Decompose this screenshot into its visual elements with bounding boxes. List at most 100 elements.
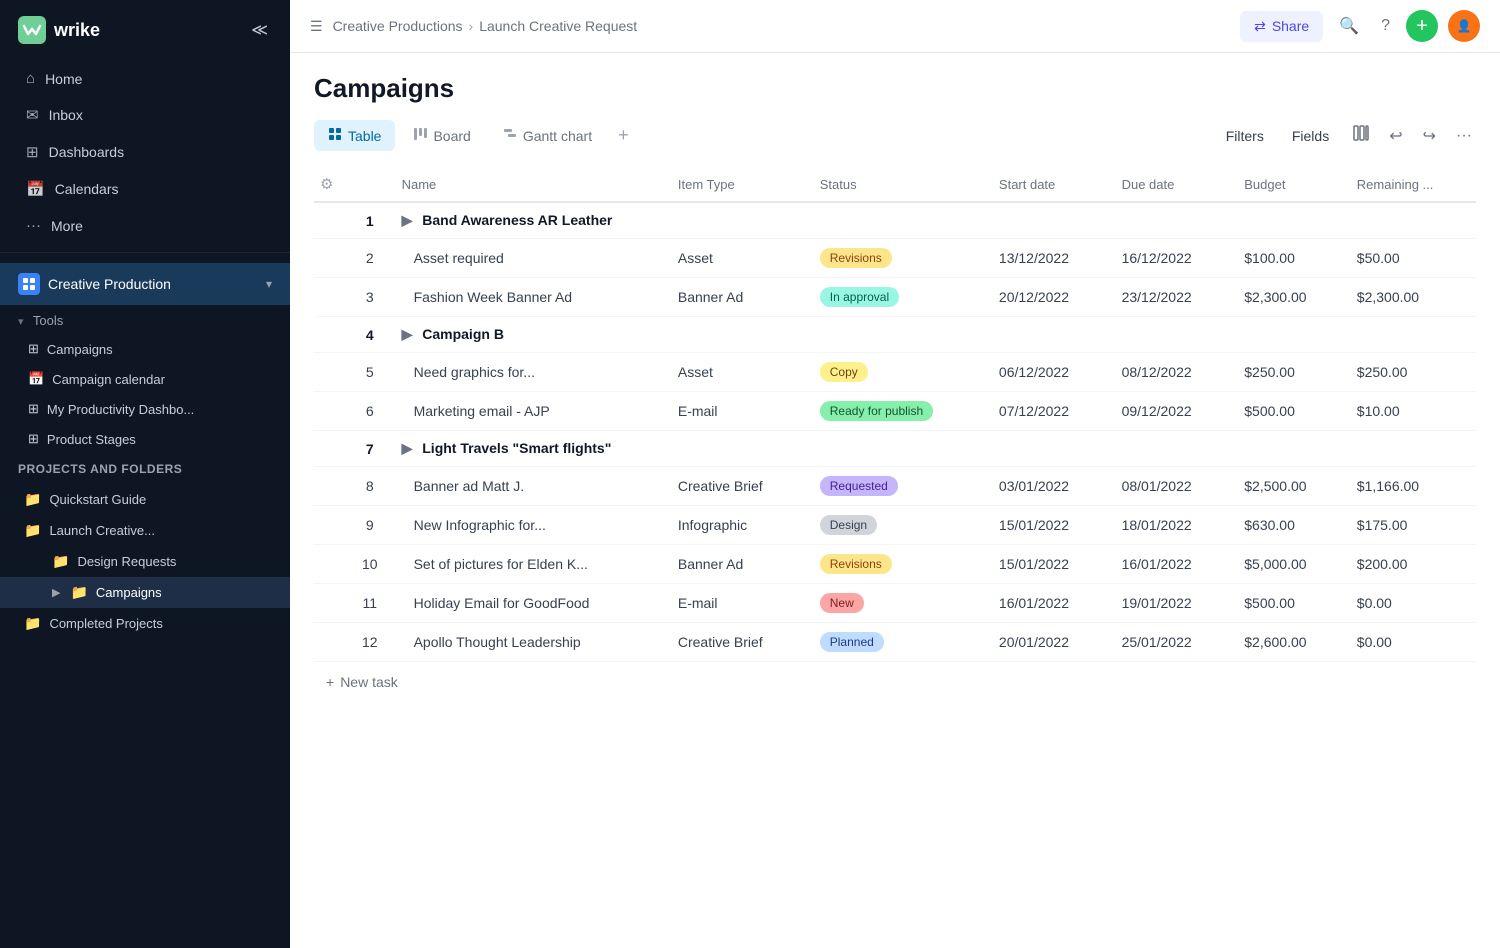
sidebar-collapse-button[interactable]: ≪ (247, 16, 272, 44)
sidebar-item-dashboards[interactable]: ⊞ Dashboards (8, 134, 282, 170)
table-row[interactable]: 5 Need graphics for... Asset Copy 06/12/… (314, 353, 1476, 392)
settings-cell (314, 545, 350, 584)
columns-icon-button[interactable] (1349, 121, 1373, 150)
task-name[interactable]: Need graphics for... (390, 353, 666, 392)
table-row[interactable]: 4 ▶ Campaign B (314, 317, 1476, 353)
sidebar-item-label: Campaigns (47, 342, 113, 357)
sidebar-item-more[interactable]: ··· More (8, 208, 282, 243)
sidebar-item-productivity[interactable]: ⊞ My Productivity Dashbo... (0, 394, 290, 424)
task-name[interactable]: Asset required (390, 239, 666, 278)
tab-table[interactable]: Table (314, 120, 395, 151)
sidebar-item-campaigns-tool[interactable]: ⊞ Campaigns (0, 334, 290, 364)
sidebar-item-quickstart[interactable]: 📁 Quickstart Guide (0, 484, 290, 515)
new-task-button[interactable]: + New task (314, 666, 410, 698)
group-name: ▶ Campaign B (390, 317, 1476, 353)
task-name[interactable]: Apollo Thought Leadership (390, 623, 666, 662)
breadcrumb-part-2: Launch Creative Request (479, 18, 637, 34)
sidebar-section-creative-production[interactable]: Creative Production ▾ (0, 263, 290, 305)
budget: $5,000.00 (1232, 545, 1345, 584)
due-date: 16/12/2022 (1110, 239, 1233, 278)
settings-cell (314, 431, 350, 467)
sidebar-item-completed-projects[interactable]: 📁 Completed Projects (0, 608, 290, 639)
item-type: Asset (666, 353, 808, 392)
user-avatar[interactable]: 👤 (1448, 10, 1480, 42)
help-button[interactable]: ? (1375, 11, 1396, 41)
status-cell: Copy (808, 353, 987, 392)
table-row[interactable]: 11 Holiday Email for GoodFood E-mail New… (314, 584, 1476, 623)
table-row[interactable]: 10 Set of pictures for Elden K... Banner… (314, 545, 1476, 584)
sidebar-item-launch-creative[interactable]: 📁 Launch Creative... (0, 515, 290, 546)
remaining: $1,166.00 (1345, 467, 1476, 506)
tab-board[interactable]: Board (399, 120, 484, 151)
remaining: $175.00 (1345, 506, 1476, 545)
status-cell: Design (808, 506, 987, 545)
share-button[interactable]: ⇄ Share (1240, 11, 1323, 42)
filters-button[interactable]: Filters (1218, 124, 1272, 148)
item-type: Banner Ad (666, 278, 808, 317)
table-tab-icon (328, 127, 342, 144)
row-number: 7 (350, 431, 390, 467)
group-expand-icon[interactable]: ▶ (402, 440, 413, 456)
group-expand-icon[interactable]: ▶ (402, 212, 413, 228)
more-options-button[interactable]: ··· (1452, 123, 1476, 149)
settings-cell (314, 467, 350, 506)
sidebar-item-campaign-calendar[interactable]: 📅 Campaign calendar (0, 364, 290, 394)
col-header-name[interactable]: Name (390, 167, 666, 202)
due-date: 16/01/2022 (1110, 545, 1233, 584)
add-tab-button[interactable]: + (610, 121, 637, 150)
table-row[interactable]: 12 Apollo Thought Leadership Creative Br… (314, 623, 1476, 662)
col-header-budget[interactable]: Budget (1232, 167, 1345, 202)
sidebar: wrike ≪ ⌂ Home ✉ Inbox ⊞ Dashboards 📅 Ca… (0, 0, 290, 948)
task-name[interactable]: Marketing email - AJP (390, 392, 666, 431)
sidebar-item-home[interactable]: ⌂ Home (8, 61, 282, 96)
budget: $2,500.00 (1232, 467, 1345, 506)
task-name[interactable]: Fashion Week Banner Ad (390, 278, 666, 317)
menu-icon[interactable]: ☰ (310, 18, 323, 35)
status-cell: Requested (808, 467, 987, 506)
settings-cell (314, 392, 350, 431)
table-row[interactable]: 8 Banner ad Matt J. Creative Brief Reque… (314, 467, 1476, 506)
table-row[interactable]: 1 ▶ Band Awareness AR Leather (314, 202, 1476, 239)
sidebar-item-inbox[interactable]: ✉ Inbox (8, 97, 282, 133)
table-row[interactable]: 6 Marketing email - AJP E-mail Ready for… (314, 392, 1476, 431)
table-header: ⚙ Name Item Type Status Start date Due d… (314, 167, 1476, 202)
due-date: 08/12/2022 (1110, 353, 1233, 392)
redo-button[interactable]: ↪ (1419, 122, 1440, 150)
col-header-due-date[interactable]: Due date (1110, 167, 1233, 202)
group-expand-icon[interactable]: ▶ (402, 326, 413, 342)
task-name[interactable]: New Infographic for... (390, 506, 666, 545)
item-type: E-mail (666, 584, 808, 623)
add-button[interactable]: + (1406, 10, 1438, 42)
table-row[interactable]: 2 Asset required Asset Revisions 13/12/2… (314, 239, 1476, 278)
col-header-status[interactable]: Status (808, 167, 987, 202)
sidebar-item-calendars[interactable]: 📅 Calendars (8, 171, 282, 207)
row-number: 11 (350, 584, 390, 623)
table-row[interactable]: 3 Fashion Week Banner Ad Banner Ad In ap… (314, 278, 1476, 317)
page-title: Campaigns (314, 73, 1476, 104)
fields-button[interactable]: Fields (1284, 124, 1337, 148)
status-cell: Revisions (808, 239, 987, 278)
task-name[interactable]: Holiday Email for GoodFood (390, 584, 666, 623)
sidebar-item-design-requests[interactable]: 📁 Design Requests (0, 546, 290, 577)
tools-section-header[interactable]: ▾ Tools (0, 307, 290, 334)
col-header-item-type[interactable]: Item Type (666, 167, 808, 202)
sidebar-item-campaigns-active[interactable]: ▶ 📁 Campaigns (0, 577, 290, 608)
table-row[interactable]: 9 New Infographic for... Infographic Des… (314, 506, 1476, 545)
status-cell: In approval (808, 278, 987, 317)
search-button[interactable]: 🔍 (1333, 10, 1365, 42)
task-name[interactable]: Set of pictures for Elden K... (390, 545, 666, 584)
task-name[interactable]: Banner ad Matt J. (390, 467, 666, 506)
sidebar-header: wrike ≪ (0, 0, 290, 60)
remaining: $200.00 (1345, 545, 1476, 584)
settings-col-header[interactable]: ⚙ (314, 167, 350, 202)
start-date: 20/12/2022 (987, 278, 1110, 317)
table-row[interactable]: 7 ▶ Light Travels "Smart flights" (314, 431, 1476, 467)
tab-gantt[interactable]: Gantt chart (489, 120, 606, 151)
campaigns-tool-icon: ⊞ (28, 341, 39, 357)
sidebar-item-product-stages[interactable]: ⊞ Product Stages (0, 424, 290, 454)
row-number: 2 (350, 239, 390, 278)
undo-button[interactable]: ↩ (1385, 122, 1406, 150)
start-date: 06/12/2022 (987, 353, 1110, 392)
col-header-start-date[interactable]: Start date (987, 167, 1110, 202)
col-header-remaining[interactable]: Remaining ... (1345, 167, 1476, 202)
